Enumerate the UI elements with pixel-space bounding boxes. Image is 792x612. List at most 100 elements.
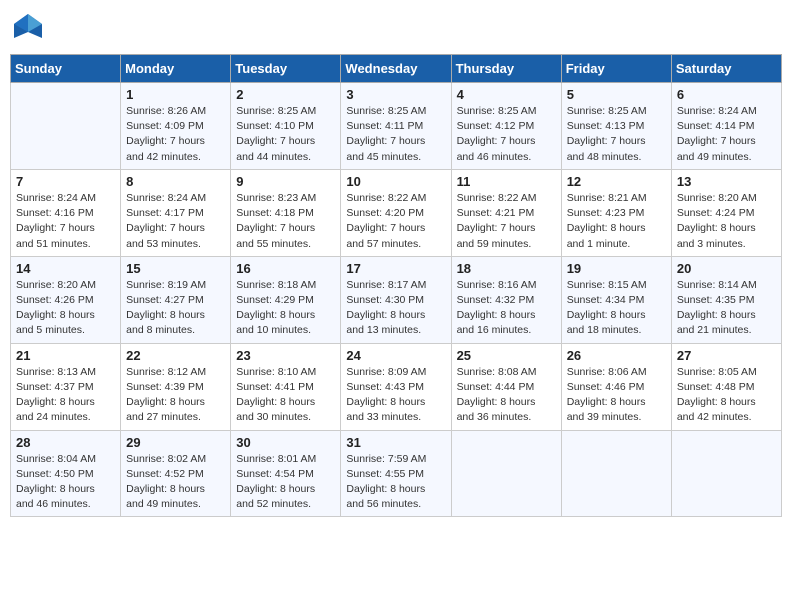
sunrise-text: Sunrise: 8:13 AM [16, 366, 96, 378]
day-info: Sunrise: 8:24 AMSunset: 4:17 PMDaylight:… [126, 191, 225, 252]
day-info: Sunrise: 7:59 AMSunset: 4:55 PMDaylight:… [346, 452, 445, 513]
daylight-text: Daylight: 8 hours and 39 minutes. [567, 396, 646, 423]
sunrise-text: Sunrise: 8:25 AM [236, 105, 316, 117]
day-info: Sunrise: 8:20 AMSunset: 4:24 PMDaylight:… [677, 191, 776, 252]
daylight-text: Daylight: 7 hours and 57 minutes. [346, 222, 425, 249]
day-cell: 26Sunrise: 8:06 AMSunset: 4:46 PMDayligh… [561, 343, 671, 430]
day-number: 14 [16, 261, 115, 276]
col-header-saturday: Saturday [671, 55, 781, 83]
day-number: 21 [16, 348, 115, 363]
day-cell: 3Sunrise: 8:25 AMSunset: 4:11 PMDaylight… [341, 83, 451, 170]
day-info: Sunrise: 8:22 AMSunset: 4:20 PMDaylight:… [346, 191, 445, 252]
daylight-text: Daylight: 8 hours and 24 minutes. [16, 396, 95, 423]
day-cell: 7Sunrise: 8:24 AMSunset: 4:16 PMDaylight… [11, 169, 121, 256]
daylight-text: Daylight: 8 hours and 27 minutes. [126, 396, 205, 423]
sunset-text: Sunset: 4:43 PM [346, 381, 424, 393]
week-row-3: 21Sunrise: 8:13 AMSunset: 4:37 PMDayligh… [11, 343, 782, 430]
sunrise-text: Sunrise: 8:25 AM [346, 105, 426, 117]
day-number: 25 [457, 348, 556, 363]
day-number: 18 [457, 261, 556, 276]
sunrise-text: Sunrise: 8:26 AM [126, 105, 206, 117]
col-header-tuesday: Tuesday [231, 55, 341, 83]
daylight-text: Daylight: 7 hours and 51 minutes. [16, 222, 95, 249]
daylight-text: Daylight: 8 hours and 8 minutes. [126, 309, 205, 336]
day-info: Sunrise: 8:22 AMSunset: 4:21 PMDaylight:… [457, 191, 556, 252]
day-number: 6 [677, 87, 776, 102]
sunrise-text: Sunrise: 8:23 AM [236, 192, 316, 204]
sunset-text: Sunset: 4:12 PM [457, 120, 535, 132]
sunrise-text: Sunrise: 8:21 AM [567, 192, 647, 204]
day-number: 2 [236, 87, 335, 102]
sunrise-text: Sunrise: 8:09 AM [346, 366, 426, 378]
daylight-text: Daylight: 7 hours and 44 minutes. [236, 135, 315, 162]
sunset-text: Sunset: 4:48 PM [677, 381, 755, 393]
sunrise-text: Sunrise: 8:01 AM [236, 453, 316, 465]
day-cell: 6 Sunrise: 8:24 AMSunset: 4:14 PMDaylight… [671, 83, 781, 170]
daylight-text: Daylight: 8 hours and 33 minutes. [346, 396, 425, 423]
day-cell: 8 Sunrise: 8:24 AMSunset: 4:17 PMDaylight… [121, 169, 231, 256]
day-info: Sunrise: 8:19 AMSunset: 4:27 PMDaylight:… [126, 278, 225, 339]
sunrise-text: Sunrise: 8:05 AM [677, 366, 757, 378]
day-number: 27 [677, 348, 776, 363]
day-info: Sunrise: 8:16 AMSunset: 4:32 PMDaylight:… [457, 278, 556, 339]
day-cell: 14Sunrise: 8:20 AMSunset: 4:26 PMDayligh… [11, 256, 121, 343]
sunset-text: Sunset: 4:24 PM [677, 207, 755, 219]
day-number: 19 [567, 261, 666, 276]
day-number: 9 [236, 174, 335, 189]
sunset-text: Sunset: 4:52 PM [126, 468, 204, 480]
sunrise-text: Sunrise: 8:15 AM [567, 279, 647, 291]
sunrise-text: Sunrise: 8:12 AM [126, 366, 206, 378]
day-cell: 28Sunrise: 8:04 AMSunset: 4:50 PMDayligh… [11, 430, 121, 517]
daylight-text: Daylight: 8 hours and 5 minutes. [16, 309, 95, 336]
day-info: Sunrise: 8:24 AMSunset: 4:14 PMDaylight:… [677, 104, 776, 165]
daylight-text: Daylight: 8 hours and 49 minutes. [126, 483, 205, 510]
daylight-text: Daylight: 7 hours and 48 minutes. [567, 135, 646, 162]
day-cell: 30Sunrise: 8:01 AMSunset: 4:54 PMDayligh… [231, 430, 341, 517]
day-cell: 5Sunrise: 8:25 AMSunset: 4:13 PMDaylight… [561, 83, 671, 170]
day-info: Sunrise: 8:05 AMSunset: 4:48 PMDaylight:… [677, 365, 776, 426]
day-number: 7 [16, 174, 115, 189]
sunset-text: Sunset: 4:35 PM [677, 294, 755, 306]
daylight-text: Daylight: 7 hours and 55 minutes. [236, 222, 315, 249]
daylight-text: Daylight: 8 hours and 3 minutes. [677, 222, 756, 249]
day-number: 5 [567, 87, 666, 102]
col-header-wednesday: Wednesday [341, 55, 451, 83]
page-header [10, 10, 782, 46]
sunset-text: Sunset: 4:34 PM [567, 294, 645, 306]
sunset-text: Sunset: 4:32 PM [457, 294, 535, 306]
sunrise-text: Sunrise: 8:17 AM [346, 279, 426, 291]
header-row: SundayMondayTuesdayWednesdayThursdayFrid… [11, 55, 782, 83]
sunset-text: Sunset: 4:54 PM [236, 468, 314, 480]
day-number: 16 [236, 261, 335, 276]
day-cell: 25Sunrise: 8:08 AMSunset: 4:44 PMDayligh… [451, 343, 561, 430]
sunrise-text: Sunrise: 8:10 AM [236, 366, 316, 378]
daylight-text: Daylight: 8 hours and 10 minutes. [236, 309, 315, 336]
daylight-text: Daylight: 7 hours and 59 minutes. [457, 222, 536, 249]
sunset-text: Sunset: 4:21 PM [457, 207, 535, 219]
day-info: Sunrise: 8:01 AMSunset: 4:54 PMDaylight:… [236, 452, 335, 513]
day-cell: 20Sunrise: 8:14 AMSunset: 4:35 PMDayligh… [671, 256, 781, 343]
sunset-text: Sunset: 4:50 PM [16, 468, 94, 480]
daylight-text: Daylight: 8 hours and 1 minute. [567, 222, 646, 249]
day-number: 22 [126, 348, 225, 363]
day-number: 11 [457, 174, 556, 189]
day-number: 10 [346, 174, 445, 189]
day-number: 30 [236, 435, 335, 450]
sunrise-text: Sunrise: 8:14 AM [677, 279, 757, 291]
day-number: 15 [126, 261, 225, 276]
sunset-text: Sunset: 4:44 PM [457, 381, 535, 393]
sunset-text: Sunset: 4:14 PM [677, 120, 755, 132]
sunset-text: Sunset: 4:29 PM [236, 294, 314, 306]
sunrise-text: Sunrise: 8:22 AM [346, 192, 426, 204]
day-cell [561, 430, 671, 517]
col-header-friday: Friday [561, 55, 671, 83]
sunset-text: Sunset: 4:10 PM [236, 120, 314, 132]
day-number: 4 [457, 87, 556, 102]
daylight-text: Daylight: 8 hours and 16 minutes. [457, 309, 536, 336]
day-info: Sunrise: 8:25 AMSunset: 4:11 PMDaylight:… [346, 104, 445, 165]
day-cell: 2 Sunrise: 8:25 AM Sunset: 4:10 PM Daylight… [231, 83, 341, 170]
week-row-1: 7Sunrise: 8:24 AMSunset: 4:16 PMDaylight… [11, 169, 782, 256]
week-row-2: 14Sunrise: 8:20 AMSunset: 4:26 PMDayligh… [11, 256, 782, 343]
day-number: 23 [236, 348, 335, 363]
day-number: 8 [126, 174, 225, 189]
